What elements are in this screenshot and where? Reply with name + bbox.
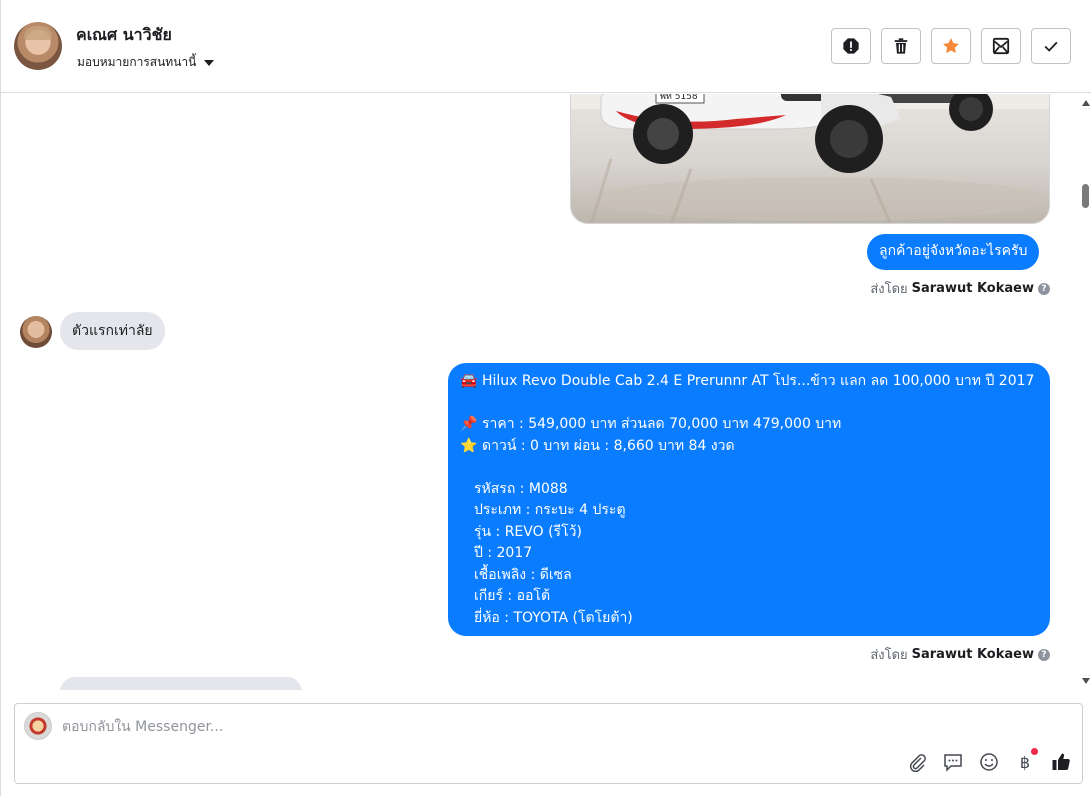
incoming-message-partial[interactable] (60, 677, 302, 690)
card-title-line: 🚘 Hilux Revo Double Cab 2.4 E Prerunnr AT… (460, 371, 1038, 393)
card-detail: รุ่น : REVO (รีโว้) (474, 523, 582, 540)
payment-button[interactable]: ฿ (1014, 748, 1038, 773)
help-icon[interactable]: ? (1038, 282, 1050, 295)
trash-icon (894, 38, 908, 54)
chat-bubble-icon (944, 754, 962, 772)
done-icon (1044, 41, 1058, 52)
delete-button[interactable] (881, 28, 921, 64)
mark-spam-button[interactable] (831, 28, 871, 64)
messenger-conversation-pane: คเณศ นาวิชัย มอบหมายการสนทนานี้ พท 5158 … (0, 0, 1091, 796)
pushpin-icon: 📌 (460, 416, 478, 432)
scroll-up-icon[interactable] (1082, 100, 1090, 106)
paperclip-icon (909, 754, 926, 772)
star-icon (943, 38, 959, 54)
conversation-header: คเณศ นาวิชัย มอบหมายการสนทนานี้ (1, 0, 1091, 93)
like-button[interactable] (1050, 751, 1072, 773)
card-down: ดาวน์ : 0 บาท ผ่อน : 8,660 บาท 84 งวด (482, 437, 735, 454)
car-photo-attachment[interactable]: พท 5158 (570, 94, 1050, 224)
chevron-down-icon (204, 59, 215, 66)
notification-dot (1031, 748, 1038, 755)
outgoing-message[interactable]: ลูกค้าอยู่จังหวัดอะไรครับ (867, 234, 1040, 270)
scroll-thumb[interactable] (1082, 184, 1089, 208)
message-list[interactable]: พท 5158 ลูกค้าอยู่จังหวัดอะไรครับ ส่งโดย… (1, 94, 1079, 690)
mark-done-button[interactable] (1031, 28, 1071, 64)
card-detail: ยี่ห้อ : TOYOTA (โตโยต้า) (474, 609, 633, 626)
reply-input[interactable] (62, 716, 862, 738)
star-emoji-icon: ⭐ (460, 437, 478, 454)
contact-name[interactable]: คเณศ นาวิชัย (76, 23, 172, 48)
page-avatar (24, 712, 52, 740)
assign-conversation-dropdown[interactable]: มอบหมายการสนทนานี้ (77, 53, 215, 72)
contact-avatar-small[interactable] (20, 316, 52, 348)
smiley-icon (980, 753, 998, 771)
sent-by-info: ส่งโดย Sarawut Kokaew ? (870, 278, 1050, 299)
thumbs-up-icon (1052, 753, 1070, 770)
mark-unread-icon (992, 37, 1010, 55)
star-button[interactable] (931, 28, 971, 64)
spam-icon (843, 38, 859, 54)
reply-composer: ฿ (14, 703, 1083, 784)
card-detail: เชื้อเพลิง : ดีเซล (474, 566, 572, 583)
composer-tools: ฿ (906, 748, 1072, 773)
message-scrollbar[interactable] (1079, 94, 1091, 690)
card-price: ราคา : 549,000 บาท ส่วนลด 70,000 บาท 479… (482, 416, 842, 432)
sent-by-prefix: ส่งโดย (870, 282, 908, 297)
card-detail: ปี : 2017 (474, 545, 533, 561)
product-card-message[interactable]: 🚘 Hilux Revo Double Cab 2.4 E Prerunnr AT… (448, 363, 1050, 636)
card-detail: รหัสรถ : M088 (474, 480, 568, 497)
svg-text:พท 5158: พท 5158 (660, 94, 698, 102)
card-down-line: ⭐ ดาวน์ : 0 บาท ผ่อน : 8,660 บาท 84 งวด (460, 436, 1038, 458)
sent-by-prefix: ส่งโดย (870, 648, 908, 663)
card-detail: ประเภท : กระบะ 4 ประตู (474, 502, 626, 518)
car-icon: 🚘 (460, 373, 478, 389)
help-icon[interactable]: ? (1038, 648, 1050, 661)
card-title: Hilux Revo Double Cab 2.4 E Prerunnr AT … (482, 373, 1035, 389)
car-photo-image: พท 5158 (571, 94, 1049, 223)
emoji-button[interactable] (978, 751, 1000, 773)
baht-icon: ฿ (1019, 752, 1031, 772)
mark-unread-button[interactable] (981, 28, 1021, 64)
attach-button[interactable] (906, 751, 928, 773)
sender-name: Sarawut Kokaew (911, 281, 1034, 296)
scroll-down-icon[interactable] (1082, 678, 1090, 684)
incoming-message[interactable]: ตัวแรกเท่าลัย (60, 312, 165, 350)
sent-by-info: ส่งโดย Sarawut Kokaew ? (870, 644, 1050, 665)
header-actions (831, 28, 1071, 64)
sender-name: Sarawut Kokaew (911, 647, 1034, 662)
contact-avatar[interactable] (14, 22, 62, 70)
card-price-line: 📌 ราคา : 549,000 บาท ส่วนลด 70,000 บาท 47… (460, 414, 1038, 436)
saved-replies-button[interactable] (942, 751, 964, 773)
card-detail: เกียร์ : ออโต้ (474, 588, 551, 604)
assign-label: มอบหมายการสนทนานี้ (77, 55, 197, 69)
